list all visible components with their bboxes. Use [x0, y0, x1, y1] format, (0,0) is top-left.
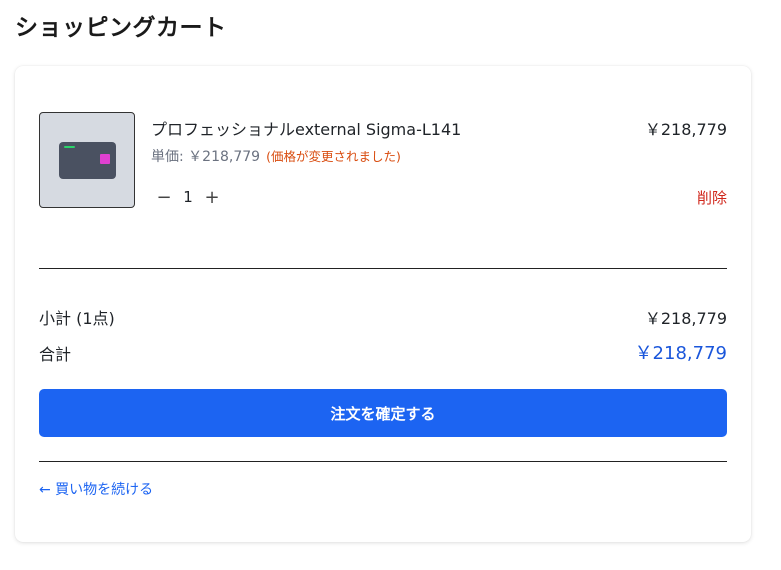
price-changed-notice: (価格が変更されました) — [266, 149, 401, 164]
delete-item-link[interactable]: 削除 — [697, 187, 727, 208]
device-led — [64, 146, 75, 148]
total-value: ￥218,779 — [634, 343, 727, 364]
decrement-button[interactable]: − — [153, 186, 175, 208]
device-icon — [59, 142, 116, 179]
cart-card: プロフェッショナルexternal Sigma-L141 ￥218,779 単価… — [15, 66, 751, 542]
subtotal-value: ￥218,779 — [644, 309, 727, 328]
page-title: ショッピングカート — [15, 15, 227, 41]
divider — [39, 268, 727, 269]
continue-shopping-link[interactable]: ← 買い物を続ける — [39, 479, 153, 499]
subtotal-label: 小計 (1点) — [39, 309, 115, 328]
quantity-stepper: − 1 + — [153, 186, 223, 208]
unit-price-row: 単価: ￥218,779 (価格が変更されました) — [151, 146, 401, 166]
item-line-price: ￥218,779 — [644, 120, 727, 139]
checkout-button[interactable]: 注文を確定する — [39, 389, 727, 437]
device-pad — [100, 154, 110, 164]
total-label: 合計 — [39, 345, 72, 364]
unit-price-label: 単価: — [151, 149, 189, 165]
product-name[interactable]: プロフェッショナルexternal Sigma-L141 — [151, 116, 461, 140]
quantity-value: 1 — [183, 188, 193, 206]
product-thumbnail[interactable] — [39, 112, 135, 208]
divider — [39, 461, 727, 462]
unit-price-value: ￥218,779 — [188, 149, 261, 165]
increment-button[interactable]: + — [201, 186, 223, 208]
